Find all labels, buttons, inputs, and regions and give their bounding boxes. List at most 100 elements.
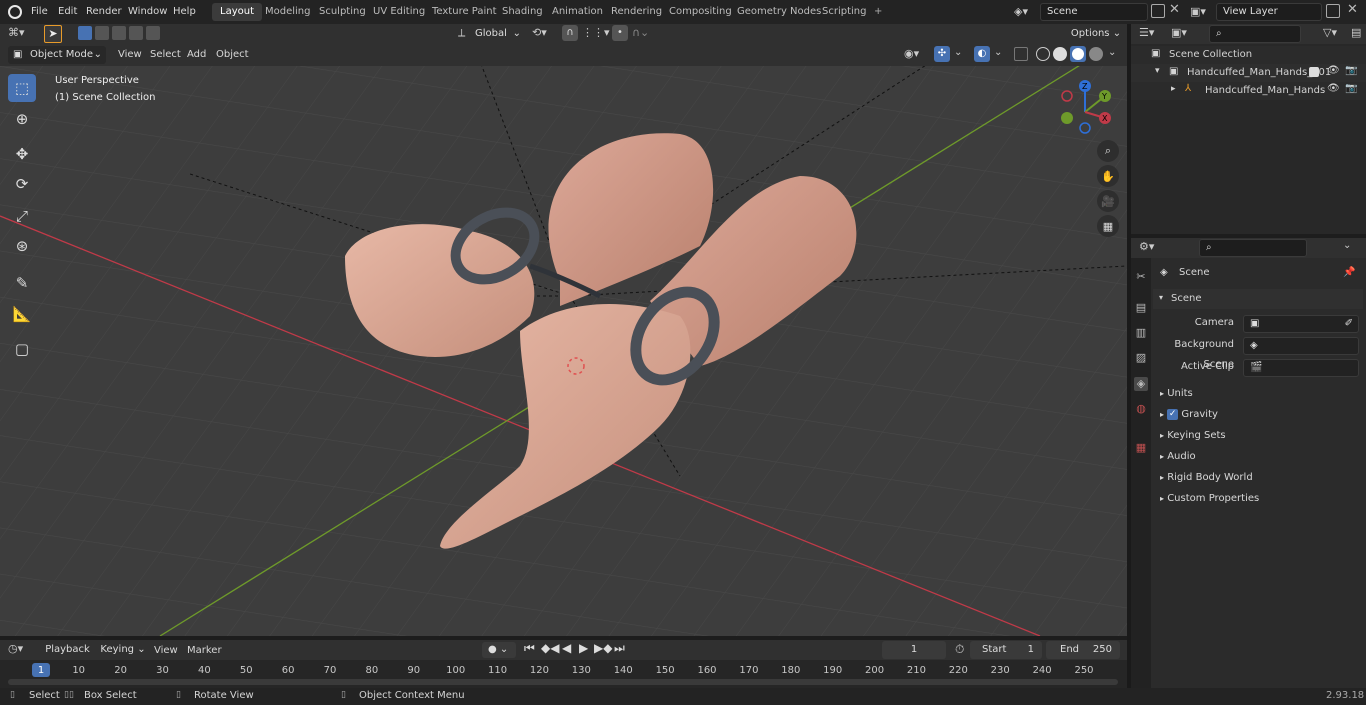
output-tab-icon[interactable]: ▥ [1134, 326, 1148, 340]
tab-layout[interactable]: Layout [212, 3, 262, 21]
overlays-toggle-icon[interactable]: ◐ [974, 46, 990, 62]
menu-render[interactable]: Render [86, 4, 122, 20]
pin-icon[interactable]: 📌 [1343, 263, 1355, 283]
select-box-tool-icon[interactable]: ⬚ [8, 74, 36, 102]
shading-dropdown-icon[interactable]: ⌄ [1108, 47, 1116, 58]
menu-edit[interactable]: Edit [58, 4, 77, 20]
pivot-point-icon[interactable]: ⟲▾ [532, 26, 547, 39]
section-audio[interactable]: ▸ Audio [1160, 447, 1360, 467]
eye-icon[interactable]: 👁 [1327, 65, 1340, 76]
measure-tool-icon[interactable]: 📐 [8, 300, 36, 328]
exclude-checkbox[interactable] [1309, 67, 1319, 77]
timeline-editor-icon[interactable]: ◷▾ [8, 642, 23, 655]
snap-target-icon[interactable]: ⋮⋮▾ [582, 26, 610, 39]
active-clip-field[interactable]: 🎬 [1243, 359, 1359, 377]
material-preview-shading-icon[interactable] [1070, 46, 1086, 62]
tab-uv-editing[interactable]: UV Editing [365, 3, 433, 21]
keying-menu[interactable]: Keying ⌄ [99, 641, 147, 659]
camera-render-icon[interactable]: 📷 [1345, 65, 1357, 76]
viewport-menu-select[interactable]: Select [150, 47, 181, 63]
eyedropper-icon[interactable]: ✐ [1345, 316, 1353, 332]
stopwatch-icon[interactable]: ⏱ [955, 642, 964, 657]
3d-viewport[interactable]: User Perspective (1) Scene Collection ⬚ … [0, 66, 1127, 636]
outliner-row[interactable]: ▣ Scene Collection [1131, 46, 1366, 64]
selection-mode-extend-icon[interactable] [95, 26, 109, 40]
view-layer-icon[interactable]: ▣▾ [1190, 4, 1212, 20]
tab-shading[interactable]: Shading [494, 3, 551, 21]
tab-modeling[interactable]: Modeling [257, 3, 319, 21]
auto-keying-icon[interactable]: ● ⌄ [482, 642, 516, 658]
prev-keyframe-icon[interactable]: ◆◀ [541, 641, 559, 655]
scene-name-field[interactable]: Scene [1040, 3, 1148, 21]
gizmo-toggle-icon[interactable]: ✣ [934, 46, 950, 62]
scene-icon[interactable]: ◈▾ [1014, 4, 1036, 20]
selection-mode-intersect-icon[interactable] [146, 26, 160, 40]
outliner-row[interactable]: ▾ ▣ Handcuffed_Man_Hands_001 👁 📷 [1131, 64, 1366, 82]
end-frame-field[interactable]: End 250 [1046, 641, 1120, 659]
jump-end-icon[interactable]: ⏭ [614, 641, 625, 656]
transform-orientation-dropdown[interactable]: Global ⌄ [470, 25, 524, 43]
cursor-tool-icon[interactable]: ⊕ [8, 105, 36, 133]
start-frame-field[interactable]: Start 1 [970, 641, 1042, 659]
new-view-layer-icon[interactable] [1326, 4, 1340, 18]
gizmo-dropdown-icon[interactable]: ⌄ [954, 47, 962, 58]
editor-type-icon[interactable]: ⌘▾ [8, 26, 34, 42]
tab-animation[interactable]: Animation [544, 3, 611, 21]
current-frame-field[interactable]: 1 [882, 641, 946, 659]
texture-tab-icon[interactable]: ▦ [1134, 441, 1148, 455]
annotate-tool-icon[interactable]: ✎ [8, 269, 36, 297]
rotate-tool-icon[interactable]: ⟳ [8, 170, 36, 198]
view-layer-field[interactable]: View Layer [1216, 3, 1322, 21]
navigation-gizmo[interactable]: Z Y X [1055, 78, 1121, 144]
eye-icon[interactable]: 👁 [1327, 83, 1340, 94]
properties-editor-icon[interactable]: ⚙▾ [1139, 240, 1154, 253]
disclosure-closed-icon[interactable]: ▸ [1171, 84, 1176, 94]
transform-tool-icon[interactable]: ⊛ [8, 232, 36, 260]
gravity-checkbox[interactable]: ✓ [1167, 408, 1179, 420]
add-workspace-button[interactable]: + [866, 3, 890, 21]
selection-mode-subtract-icon[interactable] [112, 26, 126, 40]
ortho-toggle-icon[interactable]: ▦ [1097, 215, 1119, 237]
filter-icon[interactable]: ▽▾ [1323, 26, 1337, 39]
tab-texture-paint[interactable]: Texture Paint [424, 3, 505, 21]
view-layer-tab-icon[interactable]: ▨ [1134, 351, 1148, 365]
wireframe-shading-icon[interactable] [1036, 47, 1050, 61]
disclosure-open-icon[interactable]: ▾ [1155, 66, 1160, 76]
world-tab-icon[interactable]: ◍ [1134, 402, 1148, 416]
snap-icon[interactable]: ∩ [562, 25, 578, 41]
proportional-edit-icon[interactable]: • [612, 25, 628, 41]
section-custom-properties[interactable]: ▸ Custom Properties [1160, 489, 1360, 509]
chevron-down-icon[interactable]: ⌄ [1343, 240, 1351, 251]
background-scene-field[interactable]: ◈ [1243, 337, 1359, 355]
timeline-menu-view[interactable]: View [154, 643, 178, 659]
viewport-menu-object[interactable]: Object [216, 47, 249, 63]
selection-mode-new-icon[interactable] [78, 26, 92, 40]
selection-mode-invert-icon[interactable] [129, 26, 143, 40]
add-cube-tool-icon[interactable]: ▢ [8, 335, 36, 363]
falloff-icon[interactable]: ∩⌄ [632, 26, 649, 39]
scene-tab-icon[interactable]: ◈ [1134, 377, 1148, 391]
options-dropdown[interactable]: Options ⌄ [1070, 25, 1122, 43]
pan-view-icon[interactable]: ✋ [1097, 165, 1119, 187]
menu-help[interactable]: Help [173, 4, 196, 20]
play-icon[interactable]: ▶ [579, 641, 588, 655]
section-keying-sets[interactable]: ▸ Keying Sets [1160, 426, 1360, 446]
move-tool-icon[interactable]: ✥ [8, 140, 36, 168]
playback-menu[interactable]: Playback ⌄ [40, 641, 95, 673]
properties-search-input[interactable]: ⌕ [1199, 239, 1307, 257]
tab-compositing[interactable]: Compositing [661, 3, 740, 21]
section-gravity[interactable]: ▸ ✓ Gravity [1160, 405, 1360, 425]
render-tab-icon[interactable]: ▤ [1134, 301, 1148, 315]
viewport-menu-add[interactable]: Add [187, 47, 206, 63]
mode-dropdown[interactable]: ▣ Object Mode ⌄ [8, 46, 106, 64]
outliner-search-input[interactable]: ⌕ [1209, 25, 1301, 43]
rendered-shading-icon[interactable] [1089, 47, 1103, 61]
camera-view-icon[interactable]: 🎥 [1097, 190, 1119, 212]
blender-logo-icon[interactable] [8, 5, 22, 19]
tool-tab-icon[interactable]: ✂ [1134, 270, 1148, 284]
jump-start-icon[interactable]: ⏮ [524, 641, 535, 656]
display-mode-icon[interactable]: ▣▾ [1171, 26, 1187, 39]
select-tool-icon[interactable]: ➤ [44, 25, 62, 43]
visibility-icon[interactable]: ◉▾ [904, 47, 919, 60]
viewport-menu-view[interactable]: View [118, 47, 142, 63]
